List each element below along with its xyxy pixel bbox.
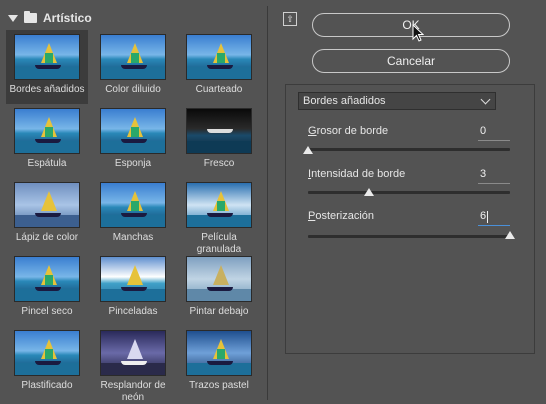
filter-tile-label: Color diluido [105, 84, 161, 95]
filter-tile-label: Bordes añadidos [9, 84, 85, 95]
filter-tile-label: Cuarteado [195, 84, 243, 95]
filter-thumbnail[interactable] [14, 330, 80, 376]
filter-tile-resplandor-de-neon[interactable]: Resplandor de neón [92, 326, 174, 403]
filter-tile-label: Espátula [27, 158, 67, 169]
filter-tile-esponja[interactable]: Esponja [92, 104, 174, 178]
filter-tile-manchas[interactable]: Manchas [92, 178, 174, 252]
filter-thumbnail[interactable] [100, 34, 166, 80]
filter-select[interactable]: Bordes añadidos [298, 92, 496, 110]
filter-tile-bordes-anadidos[interactable]: Bordes añadidos [6, 30, 88, 104]
label-rest: ntensidad de borde [311, 168, 406, 180]
chevron-down-icon [480, 94, 491, 105]
filter-tile-color-diluido[interactable]: Color diluido [92, 30, 174, 104]
posterization-slider-track[interactable] [308, 235, 510, 238]
filter-thumbnail[interactable] [100, 256, 166, 302]
posterization-slider-thumb[interactable] [505, 231, 515, 239]
filter-tile-pinceladas[interactable]: Pinceladas [92, 252, 174, 326]
filter-thumbnail[interactable] [100, 182, 166, 228]
edge-intensity-label: Intensidad de borde [308, 168, 405, 180]
folder-header[interactable]: Artístico [8, 9, 263, 27]
filter-thumbnail[interactable] [100, 108, 166, 154]
filter-tile-fresco[interactable]: Fresco [178, 104, 260, 178]
filter-tile-label: Fresco [203, 158, 235, 169]
filter-tile-pintar-debajo[interactable]: Pintar debajo [178, 252, 260, 326]
mouse-pointer-icon [412, 24, 424, 42]
filter-thumbnail[interactable] [14, 256, 80, 302]
filter-thumbnail[interactable] [186, 34, 252, 80]
cancel-button[interactable]: Cancelar [312, 49, 510, 73]
filter-tile-label: Manchas [112, 232, 154, 243]
posterization-label: Posterización [308, 210, 374, 222]
text-caret [487, 211, 488, 223]
filter-thumbnails: Bordes añadidos Color diluido Cuarteado … [6, 30, 261, 403]
filter-tile-label: Lápiz de color [15, 232, 79, 243]
folder-name: Artístico [43, 11, 92, 25]
label-rest: rosor de borde [316, 125, 389, 137]
edge-intensity-slider-track[interactable] [308, 191, 510, 194]
filter-tile-trazos-pastel[interactable]: Trazos pastel [178, 326, 260, 400]
filter-tile-label: Pintar debajo [189, 306, 249, 317]
edge-width-input[interactable]: 0 [478, 125, 510, 141]
filter-thumbnail[interactable] [186, 330, 252, 376]
ok-button[interactable]: OK [312, 13, 510, 37]
filter-tile-espatula[interactable]: Espátula [6, 104, 88, 178]
filter-thumbnail[interactable] [14, 108, 80, 154]
filter-thumbnail[interactable] [186, 108, 252, 154]
filter-tile-plastificado[interactable]: Plastificado [6, 326, 88, 400]
folder-icon [24, 11, 37, 23]
filter-gallery-panel: Artístico Bordes añadidos Color diluido … [0, 6, 268, 403]
edge-width-label: Grosor de borde [308, 125, 388, 137]
filter-tile-cuarteado[interactable]: Cuarteado [178, 30, 260, 104]
filter-tile-pelicula-granulada[interactable]: Película granulada [178, 178, 260, 255]
collapse-gallery-icon[interactable]: ⇧ [283, 12, 297, 26]
edge-width-slider-track[interactable] [308, 148, 510, 151]
filter-thumbnail[interactable] [186, 256, 252, 302]
filter-thumbnail[interactable] [14, 182, 80, 228]
filter-thumbnail[interactable] [186, 182, 252, 228]
filter-tile-label: Pincel seco [21, 306, 73, 317]
filter-select-value: Bordes añadidos [303, 95, 386, 107]
label-initial: G [308, 125, 317, 137]
edge-width-slider-thumb[interactable] [303, 146, 313, 154]
label-rest: osterización [315, 210, 375, 222]
filter-tile-label: Plastificado [21, 380, 73, 391]
edge-intensity-slider-thumb[interactable] [363, 188, 374, 196]
filter-tile-lapiz-de-color[interactable]: Lápiz de color [6, 178, 88, 252]
expand-triangle-icon[interactable] [8, 14, 18, 22]
filter-tile-pincel-seco[interactable]: Pincel seco [6, 252, 88, 326]
posterization-input[interactable]: 6 [478, 210, 510, 226]
edge-intensity-input[interactable]: 3 [478, 168, 510, 184]
filter-tile-label: Pinceladas [108, 306, 158, 317]
filter-thumbnail[interactable] [14, 34, 80, 80]
filter-tile-label: Resplandor de neón [100, 380, 166, 403]
filter-tile-label: Trazos pastel [189, 380, 249, 391]
filter-tile-label: Esponja [114, 158, 152, 169]
filter-thumbnail[interactable] [100, 330, 166, 376]
